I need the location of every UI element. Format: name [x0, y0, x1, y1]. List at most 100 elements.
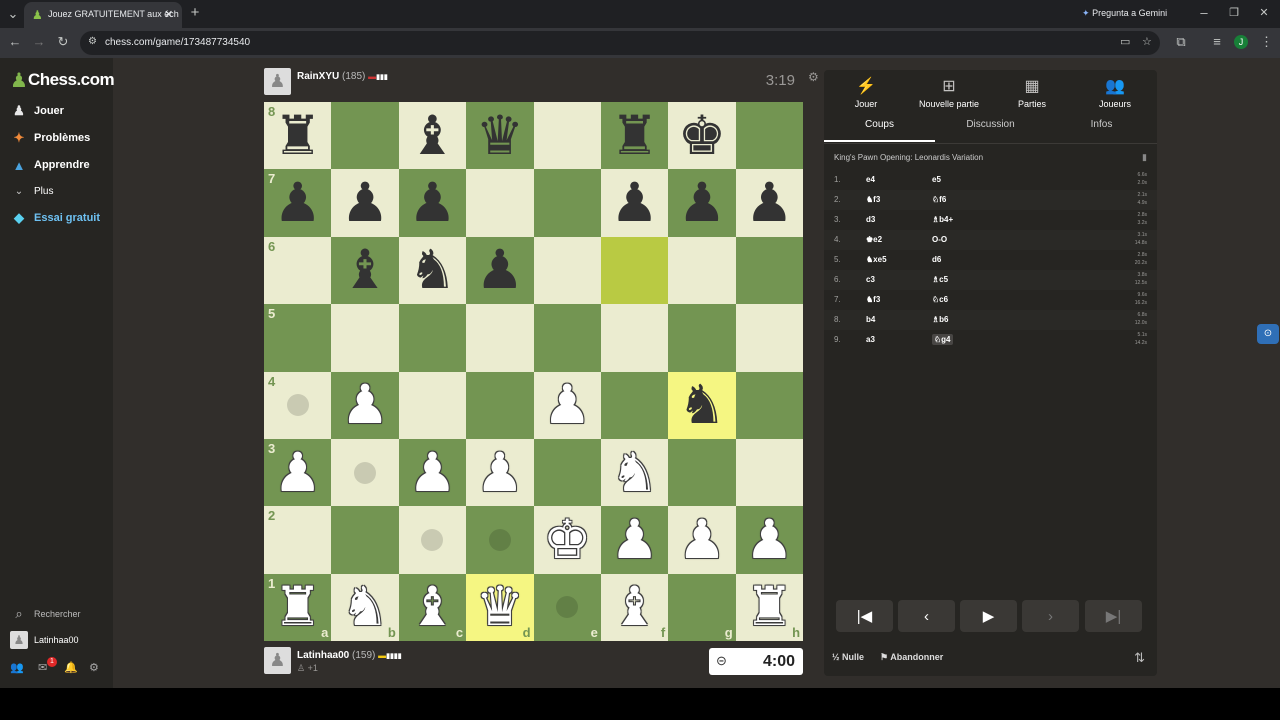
sidebar-item-plus[interactable]: ⌄ Plus	[10, 180, 54, 202]
black-pawn-piece[interactable]: ♟	[610, 176, 658, 230]
black-bishop-piece[interactable]: ♝	[341, 243, 389, 297]
black-move[interactable]: d6	[932, 255, 941, 264]
white-pawn-piece[interactable]: ♟	[745, 512, 793, 567]
white-knight-piece[interactable]: ♞	[341, 580, 389, 634]
black-move[interactable]: ♘g4	[932, 334, 953, 345]
square-c5[interactable]	[398, 304, 467, 372]
white-move[interactable]: ♞f3	[866, 295, 880, 304]
legal-move-dot[interactable]	[488, 528, 511, 551]
subtab-discussion[interactable]: Discussion	[935, 118, 1046, 142]
white-pawn-piece[interactable]: ♟	[476, 445, 524, 500]
restore-icon[interactable]: ❐	[1228, 6, 1240, 20]
square-e8[interactable]	[533, 102, 601, 170]
white-rook-piece[interactable]: ♜	[745, 580, 793, 634]
profile-avatar[interactable]: J	[1234, 35, 1248, 49]
white-king-piece[interactable]: ♚	[543, 512, 591, 567]
square-d4[interactable]	[466, 371, 534, 439]
black-queen-piece[interactable]: ♛	[476, 108, 524, 163]
forward-icon[interactable]: →	[32, 35, 46, 49]
cast-icon[interactable]: ▭	[1120, 35, 1130, 48]
white-rook-piece[interactable]: ♜	[273, 580, 321, 634]
sidebar-item-essai[interactable]: ◆ Essai gratuit	[10, 207, 100, 229]
extensions-icon[interactable]: ⧉	[1174, 35, 1188, 49]
square-a8[interactable]: 8 ♜	[264, 102, 332, 170]
black-king-piece[interactable]: ♚	[678, 108, 726, 163]
legal-move-dot[interactable]	[421, 528, 444, 551]
square-e1[interactable]: e	[533, 573, 601, 642]
square-h8[interactable]	[735, 102, 804, 170]
chess-board[interactable]: 8 ♜ ♝ ♛ ♜ ♚ 7 ♟ ♟ ♟ ♟ ♟ ♟ 6 ♝ ♞ ♟ 5 4 ♟ ♟ ♞ 3 ♟ ♟ ♟ ♞ 2 ♚ ♟ ♟ ♟ 1 a ♜ b ♞ c ♝ d…	[264, 102, 804, 642]
square-e5[interactable]	[533, 304, 601, 372]
square-c2[interactable]	[398, 506, 467, 574]
square-f2[interactable]: ♟	[600, 506, 669, 574]
square-f7[interactable]: ♟	[600, 169, 669, 237]
white-move[interactable]: d3	[866, 215, 875, 224]
white-bishop-piece[interactable]: ♝	[610, 580, 658, 634]
square-e7[interactable]	[533, 169, 601, 237]
square-e2[interactable]: ♚	[533, 506, 601, 574]
square-h1[interactable]: h ♜	[735, 573, 804, 642]
square-c1[interactable]: c ♝	[398, 573, 467, 642]
square-a5[interactable]: 5	[264, 304, 332, 372]
square-g6[interactable]	[668, 236, 736, 305]
sidebar-item-apprendre[interactable]: ▲ Apprendre	[10, 154, 90, 176]
square-f6[interactable]	[600, 236, 669, 305]
player-username[interactable]: Latinhaa00	[297, 650, 349, 661]
minimize-icon[interactable]: –	[1198, 6, 1210, 20]
back-icon[interactable]: ←	[8, 35, 22, 49]
browser-tab[interactable]: ♟ Jouez GRATUITEMENT aux éch ✕	[24, 2, 182, 28]
menu-kebab-icon[interactable]: ⋮	[1260, 35, 1273, 49]
new-tab-icon[interactable]: +	[188, 5, 202, 20]
opponent-name[interactable]: RainXYU (185) ▬▮▮▮	[297, 71, 388, 82]
settings-gear-icon[interactable]: ⚙	[89, 661, 99, 674]
tab-jouer[interactable]: ⚡ Jouer	[826, 76, 906, 109]
square-b6[interactable]: ♝	[331, 236, 399, 305]
sidebar-user[interactable]: ♟ Latinhaa00	[10, 629, 79, 651]
tab-parties[interactable]: ▦ Parties	[992, 76, 1072, 109]
first-move-button[interactable]: |◀	[836, 600, 893, 632]
square-d3[interactable]: ♟	[466, 438, 534, 507]
white-move[interactable]: a3	[866, 335, 875, 344]
black-pawn-piece[interactable]: ♟	[273, 176, 321, 230]
reload-icon[interactable]: ↻	[56, 35, 70, 49]
close-tab-icon[interactable]: ✕	[164, 8, 173, 21]
square-h3[interactable]	[735, 438, 804, 507]
white-pawn-piece[interactable]: ♟	[408, 445, 456, 500]
white-pawn-piece[interactable]: ♟	[543, 378, 591, 432]
bell-icon[interactable]: 🔔	[64, 661, 78, 674]
prev-move-button[interactable]: ‹	[898, 600, 955, 632]
square-a1[interactable]: 1 a ♜	[264, 573, 332, 642]
white-pawn-piece[interactable]: ♟	[273, 445, 321, 500]
square-e6[interactable]	[533, 236, 601, 305]
square-b5[interactable]	[331, 304, 399, 372]
square-g5[interactable]	[668, 304, 736, 372]
opponent-avatar[interactable]: ♟	[264, 68, 291, 95]
square-d5[interactable]	[466, 304, 534, 372]
black-move[interactable]: ♘c6	[932, 295, 948, 304]
white-move[interactable]: ♞xe5	[866, 255, 887, 264]
white-move[interactable]: c3	[866, 275, 875, 284]
square-a3[interactable]: 3 ♟	[264, 438, 332, 507]
resign-button[interactable]: ⚑ Abandonner	[880, 652, 943, 663]
bookmark-star-icon[interactable]: ☆	[1142, 35, 1152, 48]
square-f3[interactable]: ♞	[600, 438, 669, 507]
sidebar-item-problemes[interactable]: ✦ Problèmes	[10, 127, 91, 149]
square-d8[interactable]: ♛	[466, 102, 534, 170]
square-d7[interactable]	[466, 169, 534, 237]
opening-name[interactable]: King's Pawn Opening: Leonardis Variation	[834, 153, 983, 162]
gemini-button[interactable]: ✦ Pregunta a Gemini	[1082, 8, 1167, 19]
black-move[interactable]: ♘f6	[932, 195, 946, 204]
black-move[interactable]: e5	[932, 175, 941, 184]
legal-move-dot[interactable]	[556, 596, 579, 619]
black-move[interactable]: O-O	[932, 235, 947, 244]
last-move-button[interactable]: ▶|	[1085, 600, 1142, 632]
black-pawn-piece[interactable]: ♟	[678, 176, 726, 230]
square-g3[interactable]	[668, 438, 736, 507]
black-bishop-piece[interactable]: ♝	[408, 108, 456, 163]
black-rook-piece[interactable]: ♜	[610, 108, 658, 163]
square-a4[interactable]: 4	[264, 371, 332, 439]
square-c4[interactable]	[398, 371, 467, 439]
black-knight-piece[interactable]: ♞	[408, 243, 456, 297]
white-queen-piece[interactable]: ♛	[476, 580, 524, 634]
tab-nouvelle-partie[interactable]: ⊞ Nouvelle partie	[909, 76, 989, 109]
